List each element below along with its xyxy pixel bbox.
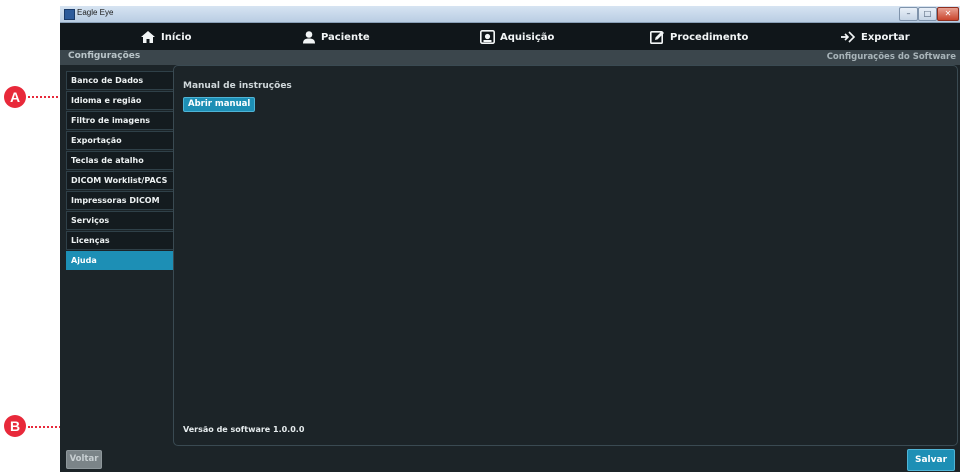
app-logo-icon (64, 9, 75, 20)
sidebar-item-idioma-regiao[interactable]: Idioma e região (66, 91, 173, 110)
export-icon (841, 31, 856, 43)
nav-aquisicao[interactable]: Aquisição (480, 28, 554, 46)
edit-icon (650, 30, 664, 44)
sidebar-item-dicom-worklist[interactable]: DICOM Worklist/PACS (66, 171, 173, 190)
nav-inicio-label: Início (161, 31, 192, 43)
top-navigation: Início Paciente Aquisição Procedimento E… (60, 23, 960, 50)
sidebar-item-servicos[interactable]: Serviços (66, 211, 173, 230)
sidebar-item-ajuda[interactable]: Ajuda (66, 251, 173, 270)
sidebar-item-impressoras-dicom[interactable]: Impressoras DICOM (66, 191, 173, 210)
help-panel: Manual de instruções Abrir manual Versão… (173, 65, 958, 446)
sidebar-item-teclas-atalho[interactable]: Teclas de atalho (66, 151, 173, 170)
save-button[interactable]: Salvar (907, 449, 955, 471)
sidebar-item-filtro-imagens[interactable]: Filtro de imagens (66, 111, 173, 130)
software-version: Versão de software 1.0.0.0 (183, 425, 305, 434)
nav-inicio[interactable]: Início (140, 28, 192, 46)
nav-paciente[interactable]: Paciente (302, 28, 370, 46)
subheader-bar: Configurações Configurações do Software (60, 50, 960, 65)
breadcrumb-configuracoes: Configurações (68, 51, 141, 61)
nav-exportar-label: Exportar (861, 31, 910, 43)
sidebar-item-exportacao[interactable]: Exportação (66, 131, 173, 150)
sidebar-item-banco-de-dados[interactable]: Banco de Dados (66, 71, 173, 90)
home-icon (141, 31, 155, 43)
manual-section-title: Manual de instruções (183, 81, 292, 91)
app-window: Eagle Eye – □ ✕ Início Paciente Aquisiçã… (60, 6, 960, 472)
window-title: Eagle Eye (77, 8, 114, 17)
title-bar: Eagle Eye – □ ✕ (60, 6, 960, 23)
page-title: Configurações do Software (826, 52, 956, 62)
back-button[interactable]: Voltar (66, 450, 102, 469)
nav-aquisicao-label: Aquisição (500, 31, 555, 43)
nav-procedimento-label: Procedimento (670, 31, 749, 43)
open-manual-button[interactable]: Abrir manual (183, 97, 256, 112)
user-icon (303, 31, 315, 44)
settings-sidebar: Banco de Dados Idioma e região Filtro de… (66, 71, 173, 271)
callout-a-badge: A (4, 86, 26, 108)
nav-procedimento[interactable]: Procedimento (650, 28, 748, 46)
maximize-button[interactable]: □ (918, 7, 937, 21)
nav-paciente-label: Paciente (321, 31, 370, 43)
camera-icon (480, 30, 495, 44)
nav-exportar[interactable]: Exportar (840, 28, 910, 46)
close-button[interactable]: ✕ (937, 7, 959, 21)
callout-b-badge: B (4, 415, 26, 437)
minimize-button[interactable]: – (899, 7, 918, 21)
sidebar-item-licencas[interactable]: Licenças (66, 231, 173, 250)
